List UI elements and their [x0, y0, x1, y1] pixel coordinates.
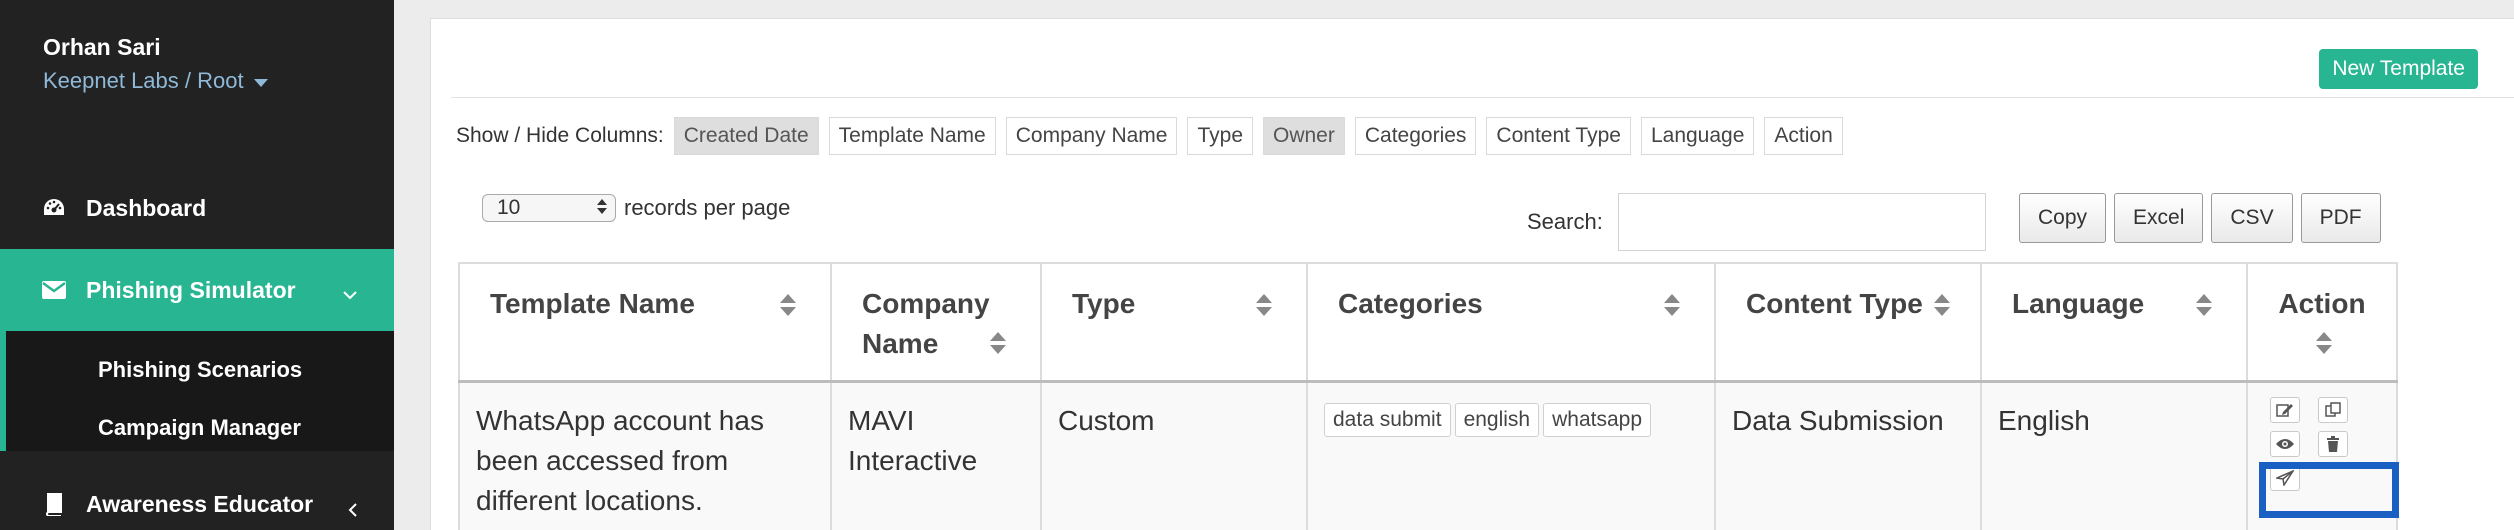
user-name: Orhan Sari: [43, 34, 161, 60]
sort-icon: [1934, 294, 1950, 316]
header-company-name[interactable]: Company Name: [830, 262, 1042, 382]
sidebar-item-label: Awareness Educator: [86, 490, 314, 517]
show-hide-columns-label: Show / Hide Columns:: [456, 124, 664, 147]
column-toggle-content-type[interactable]: Content Type: [1486, 117, 1631, 155]
sort-icon: [990, 332, 1006, 354]
category-tag: whatsapp: [1543, 402, 1652, 437]
org-path: Keepnet Labs / Root: [43, 68, 244, 93]
cell-content-type: Data Submission: [1714, 380, 1982, 530]
category-tag: english: [1454, 402, 1540, 437]
search-input[interactable]: [1618, 193, 1986, 251]
header-language[interactable]: Language: [1980, 262, 2248, 382]
dashboard-icon: [40, 194, 68, 222]
copy-icon[interactable]: [2318, 396, 2348, 423]
header-type[interactable]: Type: [1040, 262, 1308, 382]
header-action[interactable]: Action: [2246, 262, 2398, 382]
sort-icon: [2196, 294, 2212, 316]
table-row: WhatsApp account has been accessed from …: [458, 380, 2398, 530]
main-content: New Template Show / Hide Columns: Create…: [394, 0, 2514, 530]
sidebar-item-awareness-educator[interactable]: Awareness Educator: [0, 482, 394, 526]
column-toggle-created-date[interactable]: Created Date: [673, 117, 819, 155]
category-tag: data submit: [1324, 402, 1451, 437]
cell-company-name: MAVI Interactive: [830, 380, 1042, 530]
records-per-page-label: records per page: [624, 195, 791, 220]
cell-template-name: WhatsApp account has been accessed from …: [458, 380, 832, 530]
sort-icon: [2316, 332, 2332, 354]
csv-button[interactable]: CSV: [2211, 193, 2293, 243]
cell-actions: [2246, 380, 2398, 530]
sidebar-item-label: Phishing Simulator: [86, 276, 296, 303]
records-per-page: 10 records per page: [482, 194, 790, 222]
column-toggle-action[interactable]: Action: [1764, 117, 1843, 155]
table-header-row: Template Name Company Name Type Categori…: [458, 262, 2398, 382]
sort-icon: [780, 294, 796, 316]
chevron-left-icon: [348, 497, 358, 524]
envelope-icon: [40, 276, 68, 304]
sidebar-item-label: Dashboard: [86, 194, 207, 221]
sidebar-item-phishing-simulator[interactable]: Phishing Simulator: [0, 249, 394, 331]
column-toggle-company-name[interactable]: Company Name: [1005, 117, 1178, 155]
copy-button[interactable]: Copy: [2019, 193, 2107, 243]
org-selector[interactable]: Keepnet Labs / Root: [43, 68, 268, 94]
column-toggle-template-name[interactable]: Template Name: [828, 117, 996, 155]
column-toggle-bar: Show / Hide Columns: Created Date Templa…: [456, 117, 1843, 155]
sidebar-item-phishing-scenarios[interactable]: Phishing Scenarios: [98, 357, 302, 383]
header-content-type[interactable]: Content Type: [1714, 262, 1982, 382]
header-template-name[interactable]: Template Name: [458, 262, 832, 382]
excel-button[interactable]: Excel: [2114, 193, 2204, 243]
divider: [451, 97, 2514, 98]
sidebar-item-dashboard[interactable]: Dashboard: [0, 186, 394, 230]
view-icon[interactable]: [2270, 430, 2300, 457]
templates-table: Template Name Company Name Type Categori…: [458, 262, 2398, 530]
trash-icon[interactable]: [2318, 430, 2348, 457]
cell-categories: data submit english whatsapp: [1306, 380, 1716, 530]
caret-down-icon: [253, 78, 268, 87]
book-icon: [40, 490, 68, 518]
pdf-button[interactable]: PDF: [2300, 193, 2381, 243]
records-per-page-value: 10: [497, 196, 521, 219]
sidebar: Orhan Sari Keepnet Labs / Root Dashboard…: [0, 0, 394, 530]
records-per-page-select[interactable]: 10: [482, 194, 616, 222]
column-toggle-categories[interactable]: Categories: [1354, 117, 1477, 155]
sort-icon: [1256, 294, 1272, 316]
column-toggle-type[interactable]: Type: [1187, 117, 1253, 155]
cell-language: English: [1980, 380, 2248, 530]
chevron-down-icon: [342, 279, 358, 306]
new-template-button[interactable]: New Template: [2319, 49, 2478, 89]
header-categories[interactable]: Categories: [1306, 262, 1716, 382]
phishing-submenu: Phishing Scenarios Campaign Manager: [0, 331, 394, 451]
select-arrows-icon: [597, 199, 607, 214]
search-label: Search:: [1527, 209, 1603, 234]
sidebar-item-campaign-manager[interactable]: Campaign Manager: [98, 415, 301, 441]
send-icon[interactable]: [2270, 464, 2300, 491]
edit-icon[interactable]: [2270, 396, 2300, 423]
column-toggle-language[interactable]: Language: [1640, 117, 1755, 155]
column-toggle-owner[interactable]: Owner: [1263, 117, 1345, 155]
cell-type: Custom: [1040, 380, 1308, 530]
sort-icon: [1664, 294, 1680, 316]
export-buttons: Copy Excel CSV PDF: [2019, 193, 2381, 243]
